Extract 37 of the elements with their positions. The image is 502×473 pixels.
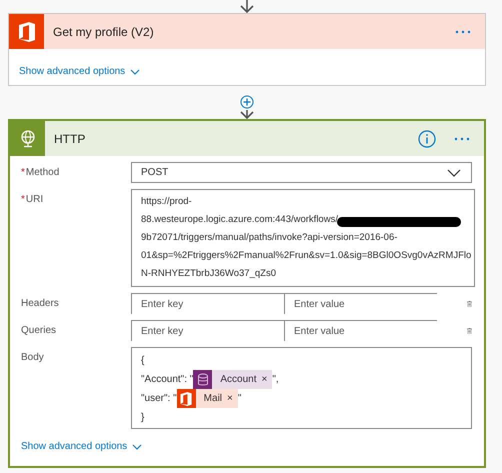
down-arrow-icon (240, 0, 254, 13)
field-label: *URI (21, 193, 44, 205)
uri-field[interactable]: https://prod- 88.westeurope.logic.azure.com:443/workflows/ 9b72071/triggers/manual/paths/invoke?api-version=2016-06- 01&sp=%2Ftriggers%2Fmanual%2Frun&sv=1.0&sig=8BGl0OSvg0vAzRMJFlo N-RNHYEZTbrbJ36Wo37_qZs0 (131, 189, 475, 287)
key-field[interactable]: Enter key (131, 320, 284, 341)
more-options-icon[interactable] (455, 30, 471, 34)
code-text: ", (272, 374, 279, 385)
card-title: HTTP (54, 132, 86, 146)
value-field[interactable]: Enter value (284, 320, 437, 341)
database-icon (196, 372, 209, 386)
value-field[interactable]: Enter value (284, 293, 437, 314)
info-icon[interactable] (418, 130, 436, 148)
chevron-down-icon (130, 68, 140, 74)
code-text: "user": " (141, 393, 177, 404)
field-label: *Method (21, 166, 60, 178)
show-advanced-options-link[interactable]: Show advanced options (19, 66, 140, 77)
more-options-icon[interactable] (454, 136, 470, 140)
dynamic-content-token[interactable]: Mail × (176, 389, 238, 408)
code-text: } (141, 412, 144, 423)
field-label: Headers (21, 297, 60, 309)
code-text: "Account": " (141, 374, 194, 385)
globe-icon (20, 130, 36, 148)
code-text: " (238, 393, 242, 404)
code-text: { (141, 355, 144, 366)
field-label: Body (21, 351, 45, 363)
body-field[interactable]: { "Account": " Account × ", "user": " Mail × " } (131, 347, 472, 429)
office-logo-icon (16, 20, 36, 42)
chevron-down-icon (132, 444, 142, 450)
card-title: Get my profile (V2) (53, 24, 155, 38)
add-step-icon[interactable] (240, 95, 254, 109)
method-dropdown[interactable]: POST (131, 162, 472, 183)
chevron-down-icon (447, 168, 461, 176)
dynamic-content-token[interactable]: Account × (193, 370, 272, 389)
show-advanced-options-link[interactable]: Show advanced options (21, 441, 142, 452)
field-label: Queries (21, 324, 58, 336)
key-field[interactable]: Enter key (131, 293, 284, 314)
down-arrow-icon (240, 110, 254, 119)
office-logo-icon (179, 390, 194, 406)
